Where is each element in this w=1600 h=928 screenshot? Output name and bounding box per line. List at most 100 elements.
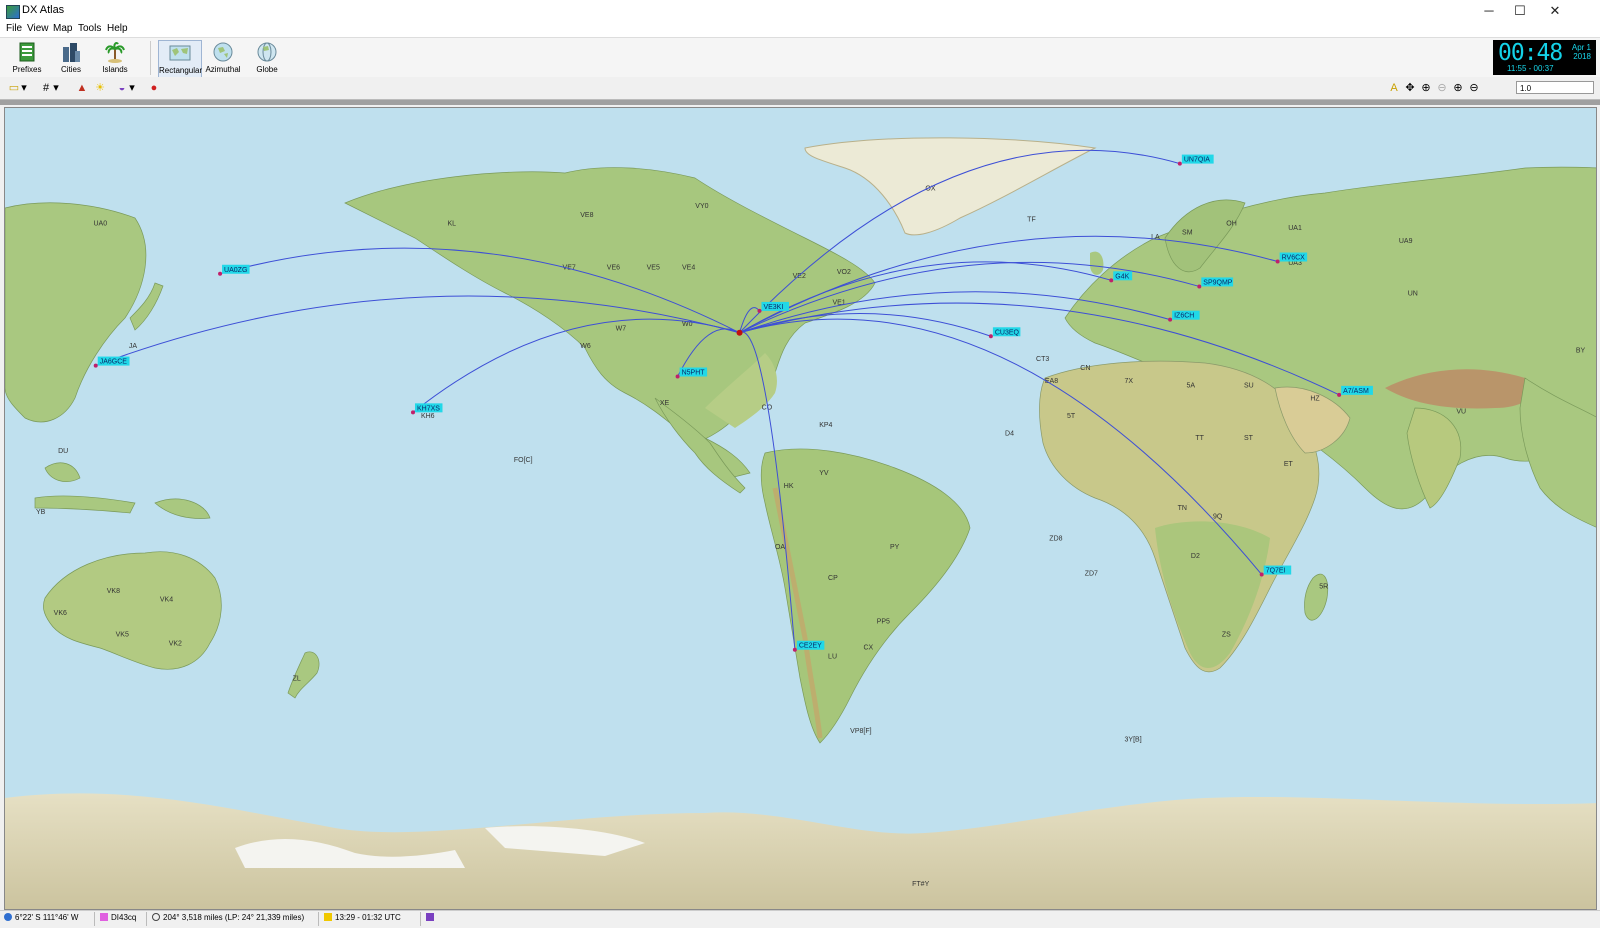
spot-marker[interactable] xyxy=(988,334,993,339)
menu-help[interactable]: Help xyxy=(107,23,128,34)
spot-marker[interactable] xyxy=(1177,161,1182,166)
clock-time: 00:48 xyxy=(1498,40,1563,66)
terminator-icon[interactable]: ▲ xyxy=(74,80,90,96)
prefix-label: VK4 xyxy=(160,597,173,604)
prefix-label: TN xyxy=(1178,505,1187,512)
rectangular-projection-button[interactable]: Rectangular xyxy=(158,40,202,78)
maximize-button[interactable]: ☐ xyxy=(1505,0,1535,22)
menu-tools[interactable]: Tools xyxy=(78,23,101,34)
minimize-button[interactable]: ─ xyxy=(1474,0,1504,22)
prefix-label: UA9 xyxy=(1399,238,1413,245)
zoom-previous-icon[interactable]: ⊖ xyxy=(1434,80,1450,96)
spot-marker[interactable] xyxy=(1109,278,1114,283)
spot-marker[interactable] xyxy=(1197,284,1202,289)
spot-marker[interactable] xyxy=(1168,317,1173,322)
globe-projection-button[interactable]: Globe xyxy=(246,40,288,76)
zoom-level-field[interactable]: 1.0 xyxy=(1516,81,1594,94)
prefix-label: VE4 xyxy=(682,264,695,271)
text-label-icon[interactable]: A xyxy=(1386,80,1402,96)
spot-marker[interactable] xyxy=(410,410,415,415)
prefix-label: 5R xyxy=(1319,584,1328,591)
dropdown-arrow-icon[interactable]: ▾ xyxy=(20,80,28,96)
spot-label[interactable]: A7/ASM xyxy=(1343,388,1369,395)
main-toolbar: Prefixes Cities Islands Rectangular Azim… xyxy=(0,37,1600,79)
spot-marker[interactable] xyxy=(675,374,680,379)
zoom-in-icon[interactable]: ⊕ xyxy=(1450,80,1466,96)
globe-icon xyxy=(257,42,277,62)
spot-label[interactable]: CU3EQ xyxy=(995,329,1020,336)
prefix-label: BY xyxy=(1576,347,1586,354)
prefix-label: 7X xyxy=(1125,378,1134,385)
prefix-label: CN xyxy=(1080,365,1090,372)
home-station-marker[interactable] xyxy=(736,329,743,336)
prefixes-button[interactable]: Prefixes xyxy=(6,40,48,76)
world-map[interactable]: KL VE8 VY0 VE7 VE6 VE5 VE4 VE2 VO2 VE1 W7 W0 W6 XE CO K… xyxy=(4,107,1597,910)
spot-label[interactable]: UN7QIA xyxy=(1184,157,1210,164)
prefix-label: W6 xyxy=(580,343,591,350)
spot-marker[interactable] xyxy=(218,271,223,276)
sun-icon xyxy=(324,913,332,921)
dropdown-arrow-icon[interactable]: ▾ xyxy=(52,80,60,96)
spot-marker[interactable] xyxy=(792,647,797,652)
spot-marker[interactable] xyxy=(1259,572,1264,577)
spot-label[interactable]: 7Q7EI xyxy=(1266,568,1286,575)
spot-label[interactable]: CE2EY xyxy=(799,643,822,650)
spot-label[interactable]: VE3KI xyxy=(763,304,783,311)
map-canvas[interactable]: KLVE8VY0VE7 VE6 VE5 VE4VE2VO2VE1W7W0W6XECOK… xyxy=(5,108,1597,910)
zoom-to-fit-icon[interactable]: ⊕ xyxy=(1418,80,1434,96)
status-sun: 13:29 - 01:32 UTC xyxy=(324,913,401,922)
prefix-label: UA1 xyxy=(1288,225,1302,232)
azimuthal-projection-button[interactable]: Azimuthal xyxy=(202,40,244,76)
prefix-label: SU xyxy=(1244,382,1254,389)
spot-label[interactable]: G4K xyxy=(1115,273,1129,280)
spot-marker[interactable] xyxy=(93,363,98,368)
prefix-label: ZL xyxy=(293,675,301,682)
menu-view[interactable]: View xyxy=(27,23,49,34)
prefix-label: OH xyxy=(1226,221,1237,228)
menu-file[interactable]: File xyxy=(6,23,22,34)
spot-marker[interactable] xyxy=(757,308,762,313)
land-africa-south xyxy=(1155,521,1270,668)
spot-label[interactable]: SP9QMP xyxy=(1203,279,1233,286)
prefix-label: JA xyxy=(129,343,138,350)
spot-label[interactable]: N5PHT xyxy=(682,369,706,376)
status-locator: DI43cq xyxy=(100,913,136,922)
dropdown-arrow-icon[interactable]: ▾ xyxy=(128,80,136,96)
palm-tree-icon xyxy=(105,42,125,63)
prefix-label: ZD8 xyxy=(1049,535,1062,542)
status-divider xyxy=(318,912,319,926)
spot-label[interactable]: KH7XS xyxy=(417,405,440,412)
zoom-out-icon[interactable]: ⊖ xyxy=(1466,80,1482,96)
spot-label[interactable]: IZ6CH xyxy=(1174,313,1194,320)
clock-panel: 00:48 Apr 1 2018 11:55 - 00:37 xyxy=(1493,40,1596,75)
prefix-label: KP4 xyxy=(819,422,832,429)
prefix-label: CP xyxy=(828,575,838,582)
cities-icon xyxy=(63,43,80,62)
sun-icon[interactable]: ☀ xyxy=(92,80,108,96)
sun-times-text: 13:29 - 01:32 UTC xyxy=(335,913,401,922)
spot-marker[interactable] xyxy=(1337,392,1342,397)
land-indonesia xyxy=(34,462,211,519)
prefix-label: 9Q xyxy=(1213,514,1223,521)
close-button[interactable]: ✕ xyxy=(1540,0,1570,22)
status-divider xyxy=(146,912,147,926)
spot-label[interactable]: UA0ZG xyxy=(224,267,247,274)
prefix-label: VK8 xyxy=(107,588,120,595)
status-coordinates: 6°22' S 111°46' W xyxy=(4,913,78,922)
spot-marker[interactable] xyxy=(1275,259,1280,264)
prefix-label: D4 xyxy=(1005,431,1014,438)
prefix-label: VK2 xyxy=(169,640,182,647)
islands-button[interactable]: Islands xyxy=(94,40,136,76)
status-divider xyxy=(420,912,421,926)
spot-label[interactable]: RV6CX xyxy=(1282,255,1306,262)
pan-icon[interactable]: ✥ xyxy=(1402,80,1418,96)
prefix-label: PY xyxy=(890,544,900,551)
prefix-label: CT3 xyxy=(1036,356,1049,363)
land-uk xyxy=(1090,251,1104,275)
prefix-label: TF xyxy=(1027,216,1036,223)
pushpin-icon[interactable]: ● xyxy=(146,80,162,96)
spot-label[interactable]: JA6GCE xyxy=(100,359,128,366)
cities-button[interactable]: Cities xyxy=(50,40,92,76)
menu-map[interactable]: Map xyxy=(53,23,72,34)
status-bar: 6°22' S 111°46' W DI43cq 204° 3,518 mile… xyxy=(0,910,1600,928)
